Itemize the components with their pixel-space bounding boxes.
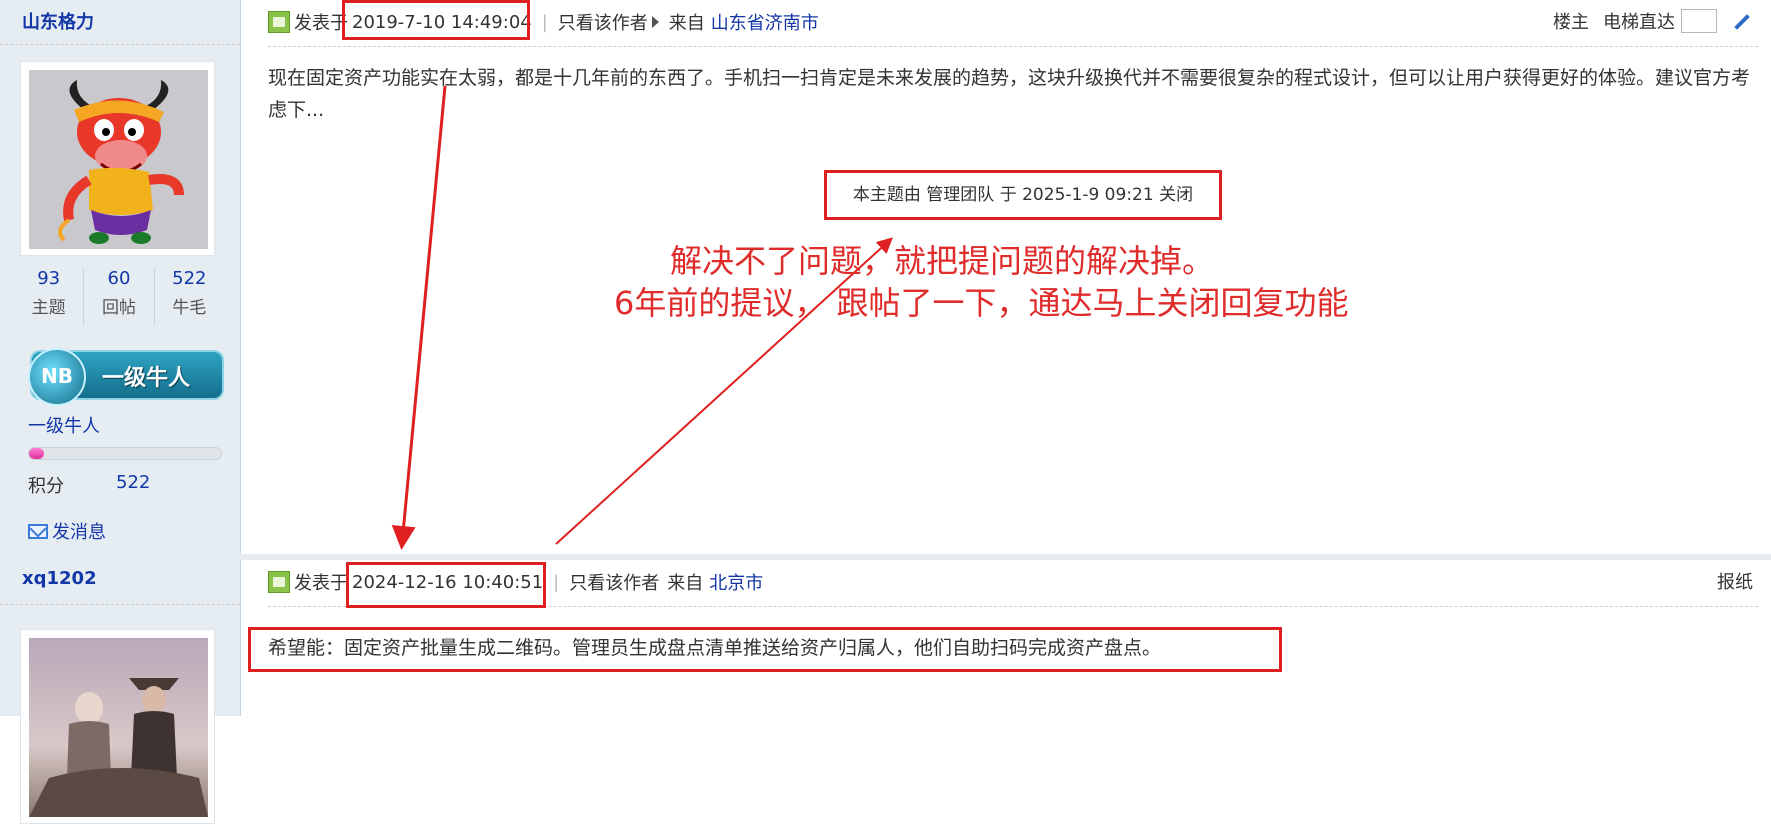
stat-replies[interactable]: 60 回帖 — [84, 268, 155, 326]
from-label: 来自 — [667, 573, 704, 594]
bull-mascot-image — [58, 80, 184, 244]
from-label: 来自 — [668, 13, 705, 34]
rank-name[interactable]: 一级牛人 — [28, 412, 100, 438]
points-label: 积分 — [28, 476, 64, 497]
elevator-label: 电梯直达 — [1603, 12, 1675, 33]
only-author-link[interactable]: 只看该作者 — [558, 9, 648, 35]
avatar[interactable] — [20, 629, 215, 824]
report-link[interactable]: 报纸 — [1717, 568, 1753, 594]
posted-label: 发表于 — [294, 13, 348, 34]
rank-badge-text: 一级牛人 — [102, 366, 191, 391]
sidebar-divider — [0, 44, 240, 45]
cowboy-riders-image — [29, 678, 208, 817]
meta-divider: | — [541, 11, 548, 33]
stat-threads-label: 主题 — [31, 298, 66, 318]
post-status-icon — [268, 571, 290, 593]
avatar-image — [29, 70, 208, 249]
post-tools: 报纸 — [1717, 568, 1753, 594]
nb-logo-icon: NB — [28, 348, 86, 406]
highlight-box-closed-notice — [824, 170, 1222, 220]
avatar-image — [29, 638, 208, 817]
stat-replies-num: 60 — [107, 268, 131, 289]
points-value: 522 — [116, 472, 151, 493]
stat-credits[interactable]: 522 牛毛 — [155, 268, 224, 326]
content-divider — [268, 46, 1758, 47]
highlight-box-post1-time — [342, 0, 530, 40]
author-sidebar: xq1202 — [0, 560, 241, 824]
location-link[interactable]: 山东省济南市 — [711, 9, 819, 35]
stat-replies-label: 回帖 — [101, 298, 136, 318]
meta-divider: | — [553, 571, 560, 593]
floor-label: 楼主 — [1553, 12, 1589, 33]
location-link[interactable]: 北京市 — [709, 569, 763, 595]
send-message-link[interactable]: 发消息 — [28, 518, 106, 544]
rank-progress-fill — [29, 448, 45, 459]
avatar[interactable] — [20, 61, 215, 256]
stat-credits-num: 522 — [172, 268, 207, 289]
jump-arrow-icon[interactable] — [1731, 10, 1753, 32]
send-message-label: 发消息 — [52, 522, 106, 543]
floor-jump-input[interactable] — [1681, 9, 1717, 33]
points: 积分 522 — [28, 472, 150, 498]
sidebar-divider — [0, 604, 240, 605]
only-author-link[interactable]: 只看该作者 — [569, 569, 659, 595]
post-content: 现在固定资产功能实在太弱，都是十几年前的东西了。手机扫一扫肯定是未来发展的趋势，… — [268, 67, 1751, 121]
caret-right-icon — [651, 16, 659, 28]
stat-threads-num: 93 — [37, 268, 61, 289]
post-tools: 楼主 电梯直达 — [1553, 8, 1753, 34]
highlight-box-post2-time — [346, 562, 546, 608]
rank-badge: NB 一级牛人 — [28, 348, 224, 406]
highlight-box-post2-content — [248, 627, 1282, 672]
rank-progress-bar — [28, 447, 222, 460]
stat-credits-label: 牛毛 — [172, 298, 207, 318]
stat-threads[interactable]: 93 主题 — [14, 268, 85, 326]
annotation-line-1: 解决不了问题，就把提问题的解决掉。 — [670, 242, 1215, 280]
author-name[interactable]: xq1202 — [22, 568, 97, 589]
author-name[interactable]: 山东格力 — [22, 8, 94, 34]
mail-icon — [28, 523, 48, 539]
author-sidebar: 山东格力 93 主题 60 回帖 522 牛毛 NB 一级牛人 一级牛人 积分 … — [0, 0, 241, 556]
post-status-icon — [268, 11, 290, 33]
author-stats: 93 主题 60 回帖 522 牛毛 — [14, 268, 224, 326]
annotation-line-2: 6年前的提议， 跟帖了一下，通达马上关闭回复功能 — [614, 284, 1349, 322]
posted-label: 发表于 — [294, 573, 348, 594]
